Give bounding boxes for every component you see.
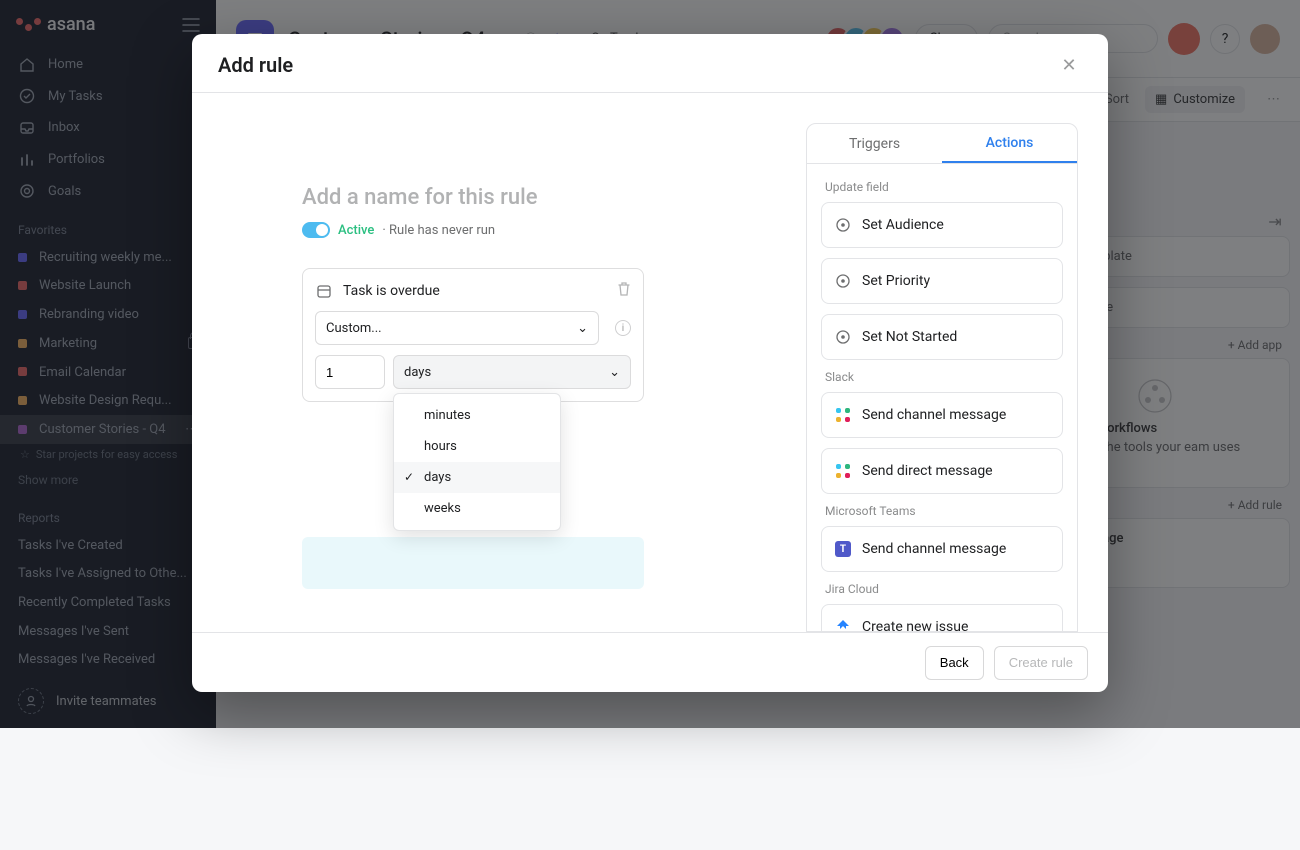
slack-icon [834,406,852,424]
add-action-dropzone[interactable] [302,537,644,589]
rule-name-placeholder[interactable]: Add a name for this rule [302,185,806,210]
duration-unit-select[interactable]: days ⌄ [393,355,631,389]
action-jira-create-issue[interactable]: Create new issue [821,604,1063,631]
active-label: Active [338,223,374,238]
tab-actions[interactable]: Actions [942,124,1077,163]
unit-option-hours[interactable]: hours [394,431,560,462]
action-slack-direct[interactable]: Send direct message [821,448,1063,494]
jira-icon [834,618,852,631]
group-label: Microsoft Teams [825,504,1059,518]
chevron-down-icon: ⌄ [609,365,620,380]
group-label: Jira Cloud [825,582,1059,596]
slack-icon [834,462,852,480]
delete-trigger-icon[interactable] [617,281,631,301]
back-button[interactable]: Back [925,646,984,680]
unit-dropdown: minutes hours days weeks [393,393,561,531]
add-rule-modal: Add rule ✕ Add a name for this rule Acti… [192,34,1108,692]
action-set-audience[interactable]: Set Audience [821,202,1063,248]
unit-option-minutes[interactable]: minutes [394,400,560,431]
rule-editor: Add a name for this rule Active · Rule h… [192,93,806,632]
action-set-priority[interactable]: Set Priority [821,258,1063,304]
group-label: Slack [825,370,1059,384]
modal-title: Add rule [218,53,293,77]
trigger-card: Task is overdue Custom... ⌄ i days ⌄ [302,268,644,402]
rule-status-text: · Rule has never run [382,223,495,238]
field-icon [834,216,852,234]
duration-number-input[interactable] [315,355,385,389]
action-slack-channel[interactable]: Send channel message [821,392,1063,438]
tab-triggers[interactable]: Triggers [807,124,942,163]
field-icon [834,328,852,346]
action-teams-channel[interactable]: Send channel message [821,526,1063,572]
close-icon[interactable]: ✕ [1056,52,1082,78]
field-icon [834,272,852,290]
chevron-down-icon: ⌄ [577,321,588,336]
create-rule-button[interactable]: Create rule [994,646,1088,680]
trigger-label: Task is overdue [343,283,440,299]
calendar-icon [315,282,333,300]
unit-option-days[interactable]: days [394,462,560,493]
action-set-not-started[interactable]: Set Not Started [821,314,1063,360]
unit-option-weeks[interactable]: weeks [394,493,560,524]
actions-panel: Triggers Actions Update field Set Audien… [806,123,1078,632]
group-label: Update field [825,180,1059,194]
active-toggle[interactable] [302,222,330,238]
info-icon[interactable]: i [615,320,631,336]
teams-icon [834,540,852,558]
trigger-mode-select[interactable]: Custom... ⌄ [315,311,599,345]
